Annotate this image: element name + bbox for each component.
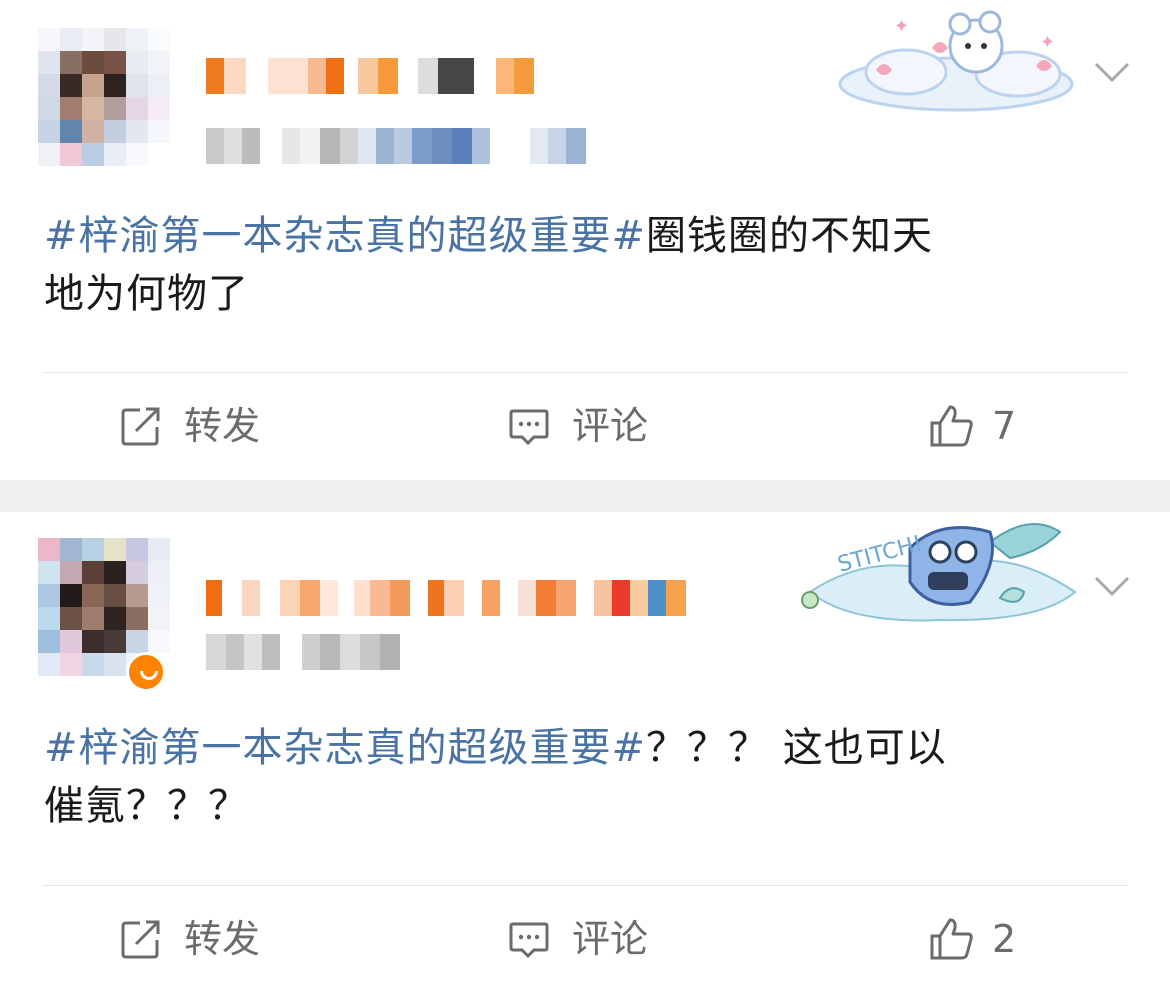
like-count: 7 [992, 404, 1017, 448]
repost-label: 转发 [184, 404, 261, 448]
avatar[interactable] [38, 28, 170, 166]
repost-icon [121, 920, 160, 959]
repost-button[interactable]: 转发 [120, 401, 260, 451]
chevron-down-icon[interactable] [1092, 52, 1132, 92]
like-button[interactable]: 7 [928, 401, 1016, 451]
chevron-down-icon[interactable] [1092, 566, 1132, 606]
comment-button[interactable]: 评论 [508, 401, 648, 451]
svg-text:✦: ✦ [894, 16, 909, 37]
username[interactable] [206, 580, 686, 616]
post-content: #梓渝第一本杂志真的超级重要#？？？ 这也可以 催氪？？？ [44, 719, 1134, 835]
divider [42, 885, 1128, 886]
thumbs-up-icon [930, 918, 973, 960]
topic-link[interactable]: #梓渝第一本杂志真的超级重要# [44, 725, 646, 771]
post-text: 圈钱圈的不知天 [646, 213, 934, 259]
post-text: ？？？ 这也可以 [646, 725, 947, 771]
post-meta [206, 128, 586, 164]
like-count: 2 [992, 917, 1017, 961]
post-text: 地为何物了 [44, 271, 249, 317]
decorative-bear-cloud-sticker: ✦ ✦ [838, 10, 1074, 112]
feed-separator [0, 480, 1170, 512]
feed-post[interactable]: STITCH! #梓渝第一本杂志真的超级重要#？？？ 这也可以 催氪？？？ 转发… [0, 512, 1170, 987]
decorative-stitch-sticker: STITCH! [801, 523, 1077, 622]
topic-link[interactable]: #梓渝第一本杂志真的超级重要# [44, 213, 646, 259]
comment-icon [509, 409, 549, 446]
comment-button[interactable]: 评论 [508, 914, 648, 964]
post-text: 催氪？？？ [44, 783, 249, 829]
feed-post[interactable]: ✦ ✦ #梓渝第一本杂志真的超级重要#圈钱圈的不知天 地为何物了 转发 评论 7 [0, 0, 1170, 480]
repost-label: 转发 [184, 917, 261, 961]
thumbs-up-icon [930, 405, 973, 447]
like-button[interactable]: 2 [928, 914, 1016, 964]
comment-icon [509, 922, 549, 959]
verified-badge [126, 652, 166, 692]
username[interactable] [206, 58, 534, 94]
repost-icon [121, 407, 160, 446]
post-content: #梓渝第一本杂志真的超级重要#圈钱圈的不知天 地为何物了 [44, 207, 1134, 323]
post-meta [206, 634, 400, 670]
divider [42, 372, 1128, 373]
repost-button[interactable]: 转发 [120, 914, 260, 964]
comment-label: 评论 [572, 404, 649, 448]
svg-text:✦: ✦ [1040, 32, 1055, 53]
comment-label: 评论 [572, 917, 649, 961]
